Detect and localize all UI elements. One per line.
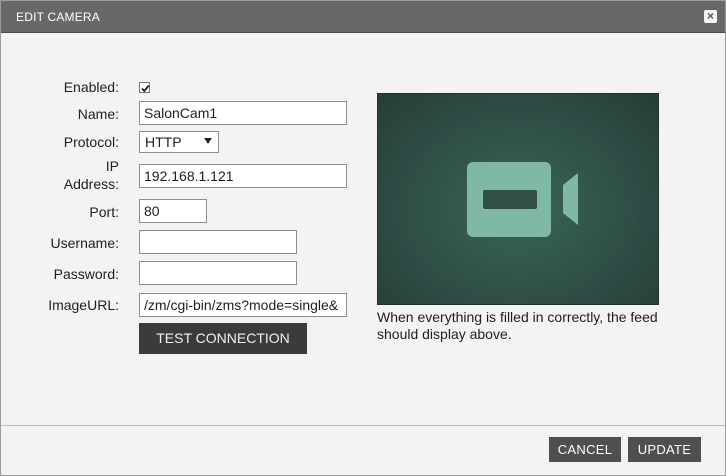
close-icon[interactable]: × xyxy=(704,10,717,23)
name-field[interactable] xyxy=(139,101,347,125)
preview-hint-text: When everything is filled in correctly, … xyxy=(377,309,658,342)
username-field[interactable] xyxy=(139,230,297,254)
dialog-title: EDIT CAMERA xyxy=(16,10,100,24)
imageurl-field[interactable] xyxy=(139,293,347,317)
protocol-selected-value: HTTP xyxy=(145,134,182,150)
protocol-label: Protocol: xyxy=(63,134,119,150)
dropdown-arrow-icon xyxy=(204,138,212,144)
password-label: Password: xyxy=(53,266,119,282)
imageurl-label: ImageURL: xyxy=(48,297,119,313)
cancel-button[interactable]: CANCEL xyxy=(549,437,621,462)
enabled-label: Enabled: xyxy=(63,79,119,95)
enabled-checkbox[interactable] xyxy=(139,82,150,93)
port-label: Port: xyxy=(89,204,119,220)
ip-label-line1: IP xyxy=(105,158,119,174)
edit-camera-dialog: EDIT CAMERA × Enabled: Name: Protocol: H… xyxy=(0,0,726,476)
checkmark-icon xyxy=(141,84,150,93)
name-label: Name: xyxy=(77,106,119,122)
camera-feed-preview xyxy=(377,93,659,305)
update-button[interactable]: UPDATE xyxy=(628,437,701,462)
footer-divider xyxy=(1,425,725,426)
test-connection-button[interactable]: TEST CONNECTION xyxy=(139,323,307,354)
password-field[interactable] xyxy=(139,261,297,285)
ip-label-line2: Address: xyxy=(63,176,119,192)
video-camera-icon xyxy=(467,162,578,237)
port-field[interactable] xyxy=(139,199,207,223)
dialog-titlebar: EDIT CAMERA × xyxy=(1,1,725,33)
ip-address-field[interactable] xyxy=(139,164,347,188)
protocol-select[interactable]: HTTP xyxy=(139,131,219,153)
username-label: Username: xyxy=(50,235,119,251)
